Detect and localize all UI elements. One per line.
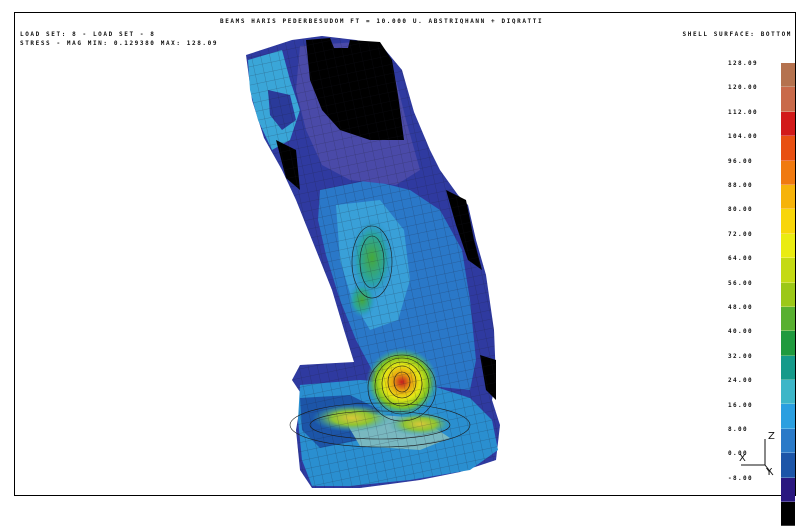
legend-label: 56.00 [728, 279, 754, 287]
fea-stress-contour-plot[interactable] [0, 0, 808, 515]
axis-x-label: X [739, 453, 746, 464]
legend-label: 120.00 [728, 84, 759, 92]
legend-label: 104.00 [728, 133, 759, 141]
legend-label: 88.00 [728, 182, 754, 189]
legend-swatch [781, 453, 795, 478]
color-legend [781, 63, 795, 526]
legend-swatch [781, 355, 795, 381]
element-mesh-overlay [246, 36, 500, 488]
legend-swatch [781, 184, 795, 210]
legend-label: 96.00 [728, 157, 754, 165]
legend-swatch [781, 87, 795, 112]
legend-swatch [781, 282, 795, 307]
legend-swatch [781, 136, 795, 161]
legend-label: 72.00 [728, 230, 754, 238]
legend-swatch [781, 63, 795, 88]
legend-label: 24.00 [728, 377, 754, 385]
axis-y-label: Y [766, 467, 773, 478]
legend-swatch [781, 404, 795, 429]
legend-label: 80.00 [728, 206, 754, 214]
legend-swatch [781, 209, 795, 234]
legend-swatch [781, 380, 795, 405]
axis-z-label: Z [768, 431, 775, 442]
legend-label: 40.00 [728, 328, 754, 336]
legend-swatch [781, 258, 795, 283]
legend-swatch [781, 502, 795, 526]
legend-swatch [781, 477, 795, 503]
legend-swatch [781, 331, 795, 356]
legend-swatch [781, 233, 795, 259]
legend-swatch [781, 111, 795, 137]
legend-label: 64.00 [728, 255, 754, 263]
legend-label: 32.00 [728, 352, 754, 360]
legend-label: 8.00 [728, 426, 749, 433]
legend-swatch [781, 306, 795, 332]
legend-swatch [781, 428, 795, 454]
legend-label: 16.00 [728, 401, 754, 409]
legend-label: 48.00 [728, 304, 754, 311]
legend-label: 128.09 [728, 60, 759, 67]
legend-swatch [781, 160, 795, 185]
legend-label: 112.00 [728, 108, 759, 116]
axis-triad: Z X Y [735, 431, 775, 487]
